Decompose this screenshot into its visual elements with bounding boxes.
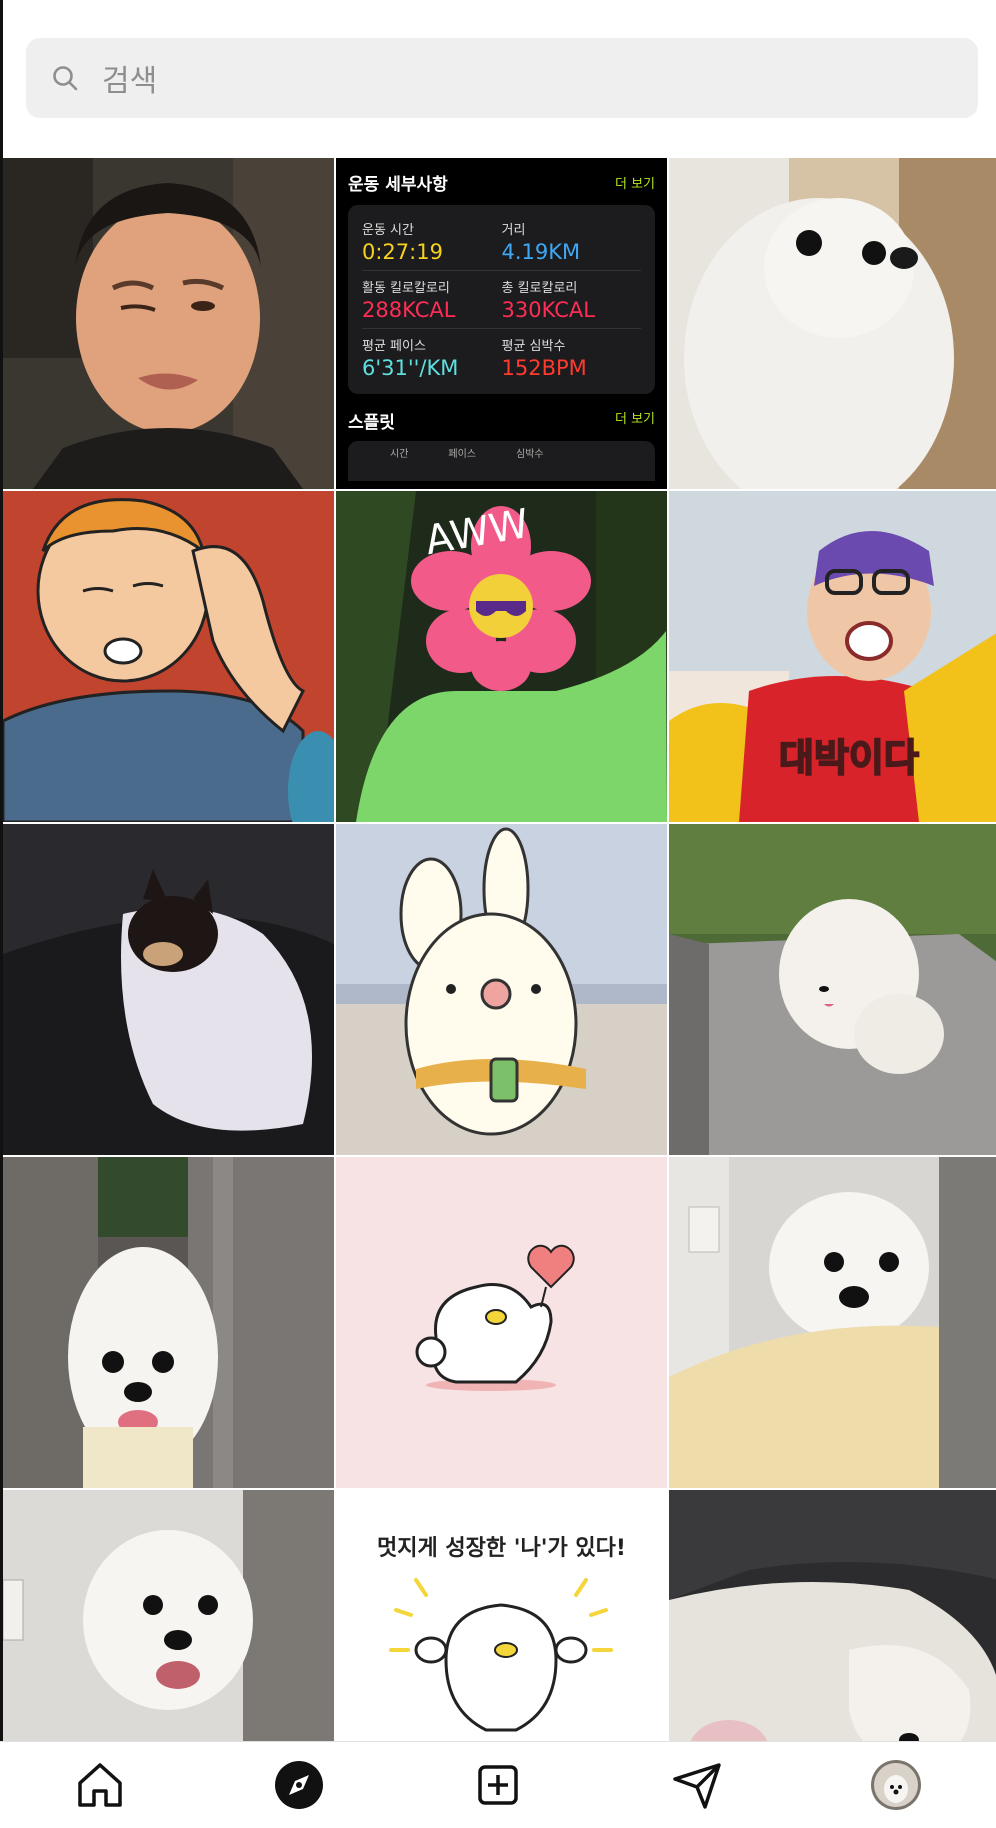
photo-white-pomeranian[interactable]	[669, 158, 996, 489]
stat-label: 총 킬로칼로리	[501, 281, 578, 296]
splits-card: 시간 페이스 심박수	[348, 441, 655, 481]
photo-pomeranian-sleeping[interactable]	[669, 1490, 996, 1741]
direct-message-icon[interactable]	[667, 1755, 727, 1815]
caption-text: 멋지게 성장한 '나'가 있다!	[377, 1536, 626, 1561]
workout-more-link: 더 보기	[614, 177, 655, 192]
split-header: 심박수	[516, 449, 544, 460]
stat-value: 6'31''/KM	[362, 356, 459, 380]
split-header: 페이스	[448, 449, 477, 460]
search-icon	[50, 63, 80, 93]
stat-value: 4.19KM	[501, 240, 581, 264]
photo-pomeranian-smiling[interactable]	[3, 1490, 334, 1741]
splits-title: 스플릿	[348, 413, 395, 433]
cartoon-duck-heart[interactable]	[336, 1157, 667, 1488]
stat-value: 288KCAL	[362, 298, 456, 322]
photo-pomeranian-cushion[interactable]	[669, 1157, 996, 1488]
explore-grid: 운동 세부사항 더 보기 운동 시간 0:27:19 거리 4.19KM 활동 킬로…	[3, 158, 996, 1741]
photo-tv-show-woman[interactable]: 대박이다	[669, 491, 996, 822]
photo-flower-costume[interactable]: AWW	[336, 491, 667, 822]
stat-label: 거리	[501, 223, 526, 238]
stat-value: 330KCAL	[501, 298, 595, 322]
workout-summary[interactable]: 운동 세부사항 더 보기 운동 시간 0:27:19 거리 4.19KM 활동 킬로…	[336, 158, 667, 489]
search-placeholder: 검색	[102, 64, 158, 99]
workout-title: 운동 세부사항	[348, 175, 448, 195]
stat-label: 활동 킬로칼로리	[362, 281, 450, 296]
photo-chihuahua-towel[interactable]	[3, 824, 334, 1155]
cartoon-duck-growing[interactable]: 멋지게 성장한 '나'가 있다!	[336, 1490, 667, 1741]
photo-man-squinting[interactable]	[3, 158, 334, 489]
add-post-icon[interactable]	[468, 1755, 528, 1815]
photo-pomeranian-door[interactable]	[3, 1157, 334, 1488]
workout-stats-card: 운동 시간 0:27:19 거리 4.19KM 활동 킬로칼로리 288KCAL 총 …	[348, 205, 655, 394]
stat-label: 운동 시간	[362, 223, 414, 238]
bottom-nav	[0, 1741, 996, 1828]
photo-pomeranian-on-stone[interactable]	[669, 824, 996, 1155]
stat-value: 0:27:19	[362, 240, 443, 264]
splits-more-link: 더 보기	[614, 412, 655, 427]
caption-text: 대박이다	[779, 736, 919, 780]
explore-icon[interactable]	[269, 1755, 329, 1815]
profile-avatar[interactable]	[866, 1755, 926, 1815]
stat-label: 평균 심박수	[501, 339, 566, 354]
split-header: 시간	[390, 449, 409, 460]
cartoon-bobby-hill[interactable]	[3, 491, 334, 822]
cartoon-rabbit-phone[interactable]	[336, 824, 667, 1155]
stat-label: 평균 페이스	[362, 339, 426, 354]
home-icon[interactable]	[70, 1755, 130, 1815]
stat-value: 152BPM	[501, 356, 587, 380]
search-input[interactable]: 검색	[26, 38, 978, 118]
